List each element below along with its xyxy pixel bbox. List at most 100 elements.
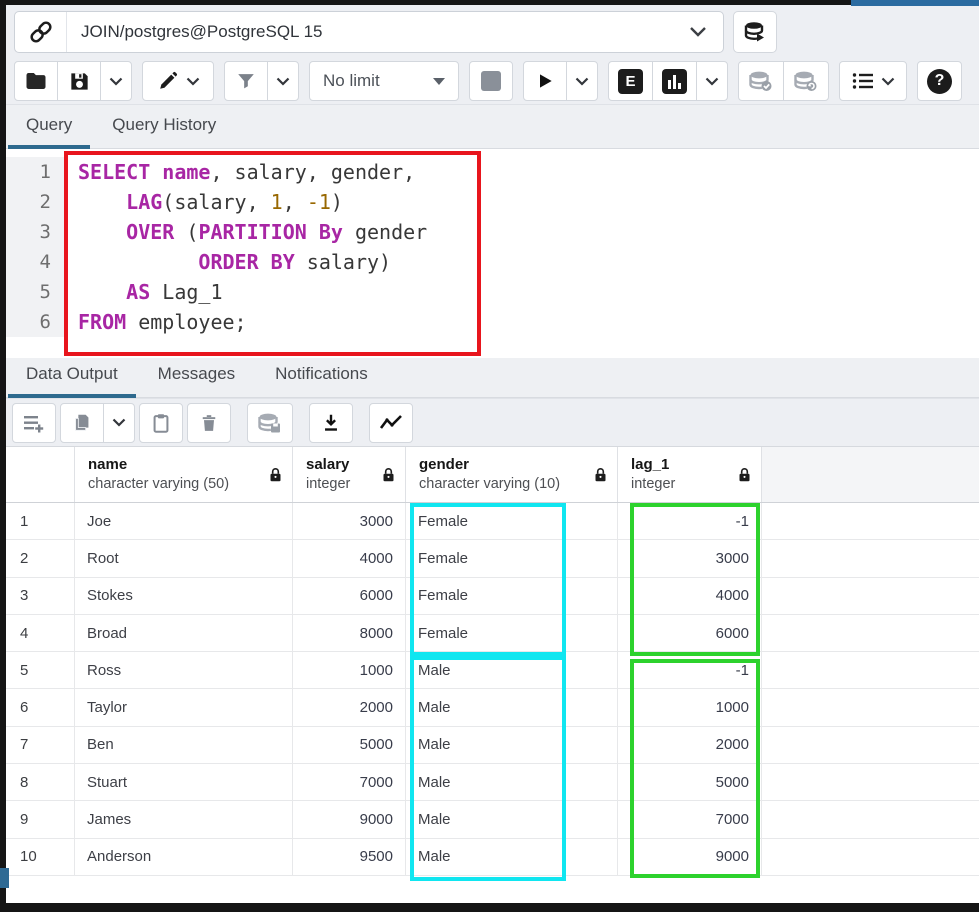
- row-number-cell[interactable]: 10: [6, 839, 75, 875]
- cell-lag-1[interactable]: 2000: [618, 727, 762, 763]
- macros-button[interactable]: [839, 61, 907, 101]
- cell-lag-1[interactable]: 5000: [618, 764, 762, 800]
- cell-name[interactable]: Stuart: [75, 764, 293, 800]
- delete-row-button[interactable]: [187, 403, 231, 443]
- column-header-gender[interactable]: gender character varying (10): [406, 447, 618, 502]
- tab-data-output[interactable]: Data Output: [6, 364, 138, 397]
- cell-gender[interactable]: Male: [406, 689, 618, 725]
- cell-lag-1[interactable]: 3000: [618, 540, 762, 576]
- cell-name[interactable]: Root: [75, 540, 293, 576]
- code-text[interactable]: ORDER BY salary): [66, 247, 391, 277]
- cell-salary[interactable]: 6000: [293, 578, 406, 614]
- cell-salary[interactable]: 5000: [293, 727, 406, 763]
- new-connection-button[interactable]: [733, 11, 777, 53]
- cell-salary[interactable]: 1000: [293, 652, 406, 688]
- cell-name[interactable]: Joe: [75, 503, 293, 539]
- chevron-down-icon: [109, 77, 123, 86]
- cell-name[interactable]: Taylor: [75, 689, 293, 725]
- row-number-cell[interactable]: 1: [6, 503, 75, 539]
- tab-notifications[interactable]: Notifications: [255, 364, 388, 397]
- cell-name[interactable]: Ben: [75, 727, 293, 763]
- cell-lag-1[interactable]: 1000: [618, 689, 762, 725]
- code-text[interactable]: AS Lag_1: [66, 277, 223, 307]
- column-header-lag-1[interactable]: lag_1 integer: [618, 447, 762, 502]
- cell-name[interactable]: James: [75, 801, 293, 837]
- cell-gender[interactable]: Female: [406, 503, 618, 539]
- filter-options-dropdown[interactable]: [267, 61, 299, 101]
- cell-lag-1[interactable]: -1: [618, 503, 762, 539]
- cell-salary[interactable]: 4000: [293, 540, 406, 576]
- open-file-button[interactable]: [14, 61, 58, 101]
- execute-button[interactable]: [523, 61, 567, 101]
- cell-gender[interactable]: Female: [406, 578, 618, 614]
- code-token: name: [162, 160, 210, 184]
- cell-lag-1[interactable]: 6000: [618, 615, 762, 651]
- cell-lag-1[interactable]: 4000: [618, 578, 762, 614]
- graph-visualiser-button[interactable]: [369, 403, 413, 443]
- code-line: 3 OVER (PARTITION By gender: [6, 217, 979, 247]
- row-number-cell[interactable]: 4: [6, 615, 75, 651]
- cell-gender[interactable]: Male: [406, 764, 618, 800]
- copy-options-dropdown[interactable]: [103, 403, 135, 443]
- grid-corner-cell[interactable]: [6, 447, 75, 502]
- download-results-button[interactable]: [309, 403, 353, 443]
- explain-button[interactable]: E: [608, 61, 653, 101]
- code-text[interactable]: LAG(salary, 1, -1): [66, 187, 343, 217]
- save-data-changes-button[interactable]: [247, 403, 293, 443]
- row-number-cell[interactable]: 5: [6, 652, 75, 688]
- row-filler: [762, 764, 979, 800]
- filter-button[interactable]: [224, 61, 268, 101]
- connection-selector[interactable]: JOIN/postgres@PostgreSQL 15: [14, 11, 724, 53]
- rollback-button[interactable]: [783, 61, 829, 101]
- code-line: 2 LAG(salary, 1, -1): [6, 187, 979, 217]
- cell-salary[interactable]: 3000: [293, 503, 406, 539]
- cell-gender[interactable]: Female: [406, 615, 618, 651]
- row-number-cell[interactable]: 7: [6, 727, 75, 763]
- cell-gender[interactable]: Male: [406, 652, 618, 688]
- cell-salary[interactable]: 8000: [293, 615, 406, 651]
- code-text[interactable]: SELECT name, salary, gender,: [66, 157, 415, 187]
- edit-menu-button[interactable]: [142, 61, 214, 101]
- cell-name[interactable]: Anderson: [75, 839, 293, 875]
- column-header-name[interactable]: name character varying (50): [75, 447, 293, 502]
- cell-lag-1[interactable]: 7000: [618, 801, 762, 837]
- help-button[interactable]: ?: [917, 61, 962, 101]
- explain-options-dropdown[interactable]: [696, 61, 728, 101]
- commit-button[interactable]: [738, 61, 784, 101]
- tab-query-history[interactable]: Query History: [92, 115, 236, 148]
- cell-salary[interactable]: 2000: [293, 689, 406, 725]
- cell-salary[interactable]: 9000: [293, 801, 406, 837]
- cancel-query-button[interactable]: [469, 61, 513, 101]
- code-text[interactable]: OVER (PARTITION By gender: [66, 217, 427, 247]
- save-file-button[interactable]: [57, 61, 101, 101]
- save-options-dropdown[interactable]: [100, 61, 132, 101]
- cell-lag-1[interactable]: 9000: [618, 839, 762, 875]
- row-number-cell[interactable]: 2: [6, 540, 75, 576]
- cell-name[interactable]: Stokes: [75, 578, 293, 614]
- cell-gender[interactable]: Male: [406, 727, 618, 763]
- sql-editor[interactable]: 1SELECT name, salary, gender,2 LAG(salar…: [6, 149, 979, 358]
- cell-salary[interactable]: 9500: [293, 839, 406, 875]
- code-text[interactable]: FROM employee;: [66, 307, 247, 337]
- commit-database-icon: [748, 69, 774, 93]
- cell-name[interactable]: Ross: [75, 652, 293, 688]
- cell-name[interactable]: Broad: [75, 615, 293, 651]
- tab-query[interactable]: Query: [6, 115, 92, 148]
- row-number-cell[interactable]: 3: [6, 578, 75, 614]
- cell-lag-1[interactable]: -1: [618, 652, 762, 688]
- row-number-cell[interactable]: 9: [6, 801, 75, 837]
- explain-analyze-button[interactable]: [652, 61, 697, 101]
- tab-messages[interactable]: Messages: [138, 364, 255, 397]
- cell-gender[interactable]: Male: [406, 801, 618, 837]
- paste-button[interactable]: [139, 403, 183, 443]
- execute-options-dropdown[interactable]: [566, 61, 598, 101]
- copy-button[interactable]: [60, 403, 104, 443]
- row-number-cell[interactable]: 8: [6, 764, 75, 800]
- row-limit-select[interactable]: No limit: [309, 61, 459, 101]
- cell-gender[interactable]: Male: [406, 839, 618, 875]
- cell-salary[interactable]: 7000: [293, 764, 406, 800]
- cell-gender[interactable]: Female: [406, 540, 618, 576]
- column-header-salary[interactable]: salary integer: [293, 447, 406, 502]
- row-number-cell[interactable]: 6: [6, 689, 75, 725]
- add-row-button[interactable]: [12, 403, 56, 443]
